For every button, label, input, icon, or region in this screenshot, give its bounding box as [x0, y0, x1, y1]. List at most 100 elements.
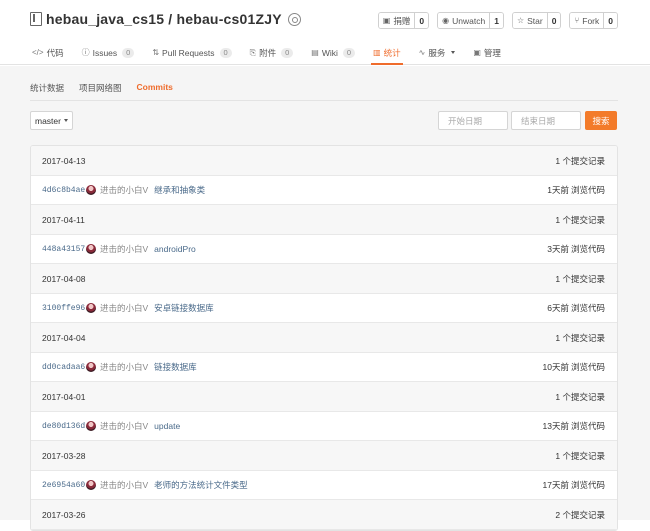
commit-date: 2017-04-04: [42, 332, 86, 343]
commit-sha-link[interactable]: dd0cadaa6: [42, 363, 86, 372]
watch-count[interactable]: 1: [489, 13, 503, 28]
commit-date-header: 2017-04-04 1 个提交记录: [31, 323, 617, 353]
branch-select[interactable]: master: [30, 111, 73, 130]
tab-code-label: 代码: [46, 47, 64, 58]
admin-icon: ▣: [473, 48, 481, 57]
tab-pull-requests[interactable]: ⇅ Pull Requests 0: [150, 42, 233, 65]
commit-sha-link[interactable]: 4d6c8b4ae: [42, 186, 86, 195]
avatar[interactable]: [86, 480, 96, 490]
unwatch-button[interactable]: ◉ Unwatch 1: [437, 12, 504, 29]
start-date-input[interactable]: [438, 111, 508, 130]
commit-time: 6天前: [547, 303, 569, 313]
tab-pull-requests-label: Pull Requests: [162, 47, 215, 58]
commit-author[interactable]: 进击的小白V: [100, 479, 148, 491]
commit-message-link[interactable]: 老师的方法统计文件类型: [154, 479, 248, 491]
commit-message-link[interactable]: 继承和抽象类: [154, 184, 205, 196]
commit-date: 2017-04-01: [42, 391, 86, 402]
commit-count: 1 个提交记录: [555, 391, 605, 402]
stats-icon: ▥: [373, 48, 381, 57]
subtab-network-graph[interactable]: 项目网络图: [79, 82, 122, 100]
commit-date: 2017-04-08: [42, 273, 86, 284]
commit-date: 2017-04-13: [42, 155, 86, 166]
tab-issues[interactable]: ⓘ Issues 0: [80, 42, 137, 65]
commit-sha-link[interactable]: 2e6954a60: [42, 481, 86, 490]
tab-pull-requests-count: 0: [219, 47, 232, 58]
commit-message-link[interactable]: update: [154, 421, 180, 431]
badge-icon: [287, 12, 301, 26]
end-date-input[interactable]: [511, 111, 581, 130]
tab-stats[interactable]: ▥ 统计: [371, 42, 403, 65]
browse-code-link[interactable]: 浏览代码: [571, 480, 605, 490]
donate-button[interactable]: ▣ 捐赠 0: [377, 12, 430, 29]
repo-actions: ▣ 捐赠 0 ◉ Unwatch 1 ☆ Star 0 ⑂ Fork 0: [377, 12, 618, 29]
commit-author[interactable]: 进击的小白V: [100, 184, 148, 196]
donate-icon: ▣: [382, 16, 391, 25]
tab-attachments-count: 0: [281, 47, 294, 58]
commit-time: 3天前: [547, 244, 569, 254]
browse-code-link[interactable]: 浏览代码: [571, 244, 605, 254]
commit-time: 13天前: [542, 421, 569, 431]
attachment-icon: ⎘: [249, 47, 257, 57]
browse-code-link[interactable]: 浏览代码: [571, 362, 605, 372]
commit-list: 2017-04-13 1 个提交记录 4d6c8b4ae 进击的小白V 继承和抽象类 1天…: [30, 145, 618, 531]
commit-date-header: 2017-04-11 1 个提交记录: [31, 205, 617, 235]
star-label: Star: [527, 15, 543, 26]
commit-author[interactable]: 进击的小白V: [100, 243, 148, 255]
commit-message-link[interactable]: 链接数据库: [154, 361, 197, 373]
donate-label: 捐赠: [393, 15, 411, 26]
repo-nav: </> 代码 ⓘ Issues 0 ⇅ Pull Requests 0 ⎘ 附件 0 ▤ Wik…: [30, 42, 517, 65]
tab-wiki-count: 0: [342, 47, 356, 58]
tab-services[interactable]: ∿ 服务: [417, 42, 458, 65]
commit-count: 1 个提交记录: [555, 450, 605, 461]
subtab-stats-data[interactable]: 统计数据: [30, 82, 64, 100]
commit-time: 1天前: [547, 185, 569, 195]
avatar[interactable]: [86, 362, 96, 372]
commit-message-link[interactable]: 安卓链接数据库: [154, 302, 214, 314]
avatar[interactable]: [86, 244, 96, 254]
browse-code-link[interactable]: 浏览代码: [571, 303, 605, 313]
commit-sha-link[interactable]: 3100ffe96: [42, 304, 86, 313]
fork-count[interactable]: 0: [603, 13, 617, 28]
tab-attachments[interactable]: ⎘ 附件 0: [248, 42, 296, 65]
commit-row: de80d136d 进击的小白V update 13天前 浏览代码: [31, 412, 617, 441]
commit-date-header: 2017-04-01 1 个提交记录: [31, 382, 617, 412]
issue-icon: ⓘ: [81, 48, 90, 57]
unwatch-label: Unwatch: [452, 15, 486, 26]
tab-wiki[interactable]: ▤ Wiki 0: [309, 42, 357, 65]
browse-code-link[interactable]: 浏览代码: [571, 185, 605, 195]
donate-count[interactable]: 0: [414, 13, 429, 28]
commit-count: 2 个提交记录: [555, 509, 605, 520]
commit-date-header: 2017-03-26 2 个提交记录: [31, 500, 617, 530]
star-button[interactable]: ☆ Star 0: [511, 12, 562, 29]
fork-icon: ⑂: [574, 16, 580, 25]
commit-author[interactable]: 进击的小白V: [100, 302, 148, 314]
repo-icon: [30, 12, 42, 26]
subtab-commits[interactable]: Commits: [137, 82, 173, 100]
commit-author[interactable]: 进击的小白V: [100, 420, 148, 432]
tab-issues-count: 0: [122, 47, 135, 58]
star-icon: ☆: [516, 16, 525, 25]
chevron-down-icon: [451, 51, 456, 54]
browse-code-link[interactable]: 浏览代码: [571, 421, 605, 431]
stats-subtabs: 统计数据 项目网络图 Commits: [30, 82, 618, 101]
commit-row: 3100ffe96 进击的小白V 安卓链接数据库 6天前 浏览代码: [31, 294, 617, 323]
commit-message-link[interactable]: androidPro: [154, 244, 196, 254]
search-button[interactable]: 搜索: [585, 111, 617, 130]
commit-sha-link[interactable]: de80d136d: [42, 422, 86, 431]
avatar[interactable]: [86, 185, 96, 195]
tab-code[interactable]: </> 代码: [30, 42, 66, 65]
avatar[interactable]: [86, 303, 96, 313]
repo-title[interactable]: hebau_java_cs15 / hebau-cs01ZJY: [46, 11, 282, 27]
tab-wiki-label: Wiki: [321, 47, 338, 58]
commit-author[interactable]: 进击的小白V: [100, 361, 148, 373]
avatar[interactable]: [86, 421, 96, 431]
repo-title-bar: hebau_java_cs15 / hebau-cs01ZJY: [30, 11, 301, 27]
commit-date-header: 2017-04-13 1 个提交记录: [31, 146, 617, 176]
wiki-icon: ▤: [311, 48, 319, 57]
commit-sha-link[interactable]: 448a43157: [42, 245, 86, 254]
fork-button[interactable]: ⑂ Fork 0: [569, 12, 618, 29]
commit-row: 4d6c8b4ae 进击的小白V 继承和抽象类 1天前 浏览代码: [31, 176, 617, 205]
tab-admin[interactable]: ▣ 管理: [471, 42, 503, 65]
commit-count: 1 个提交记录: [555, 332, 605, 343]
star-count[interactable]: 0: [546, 13, 561, 28]
